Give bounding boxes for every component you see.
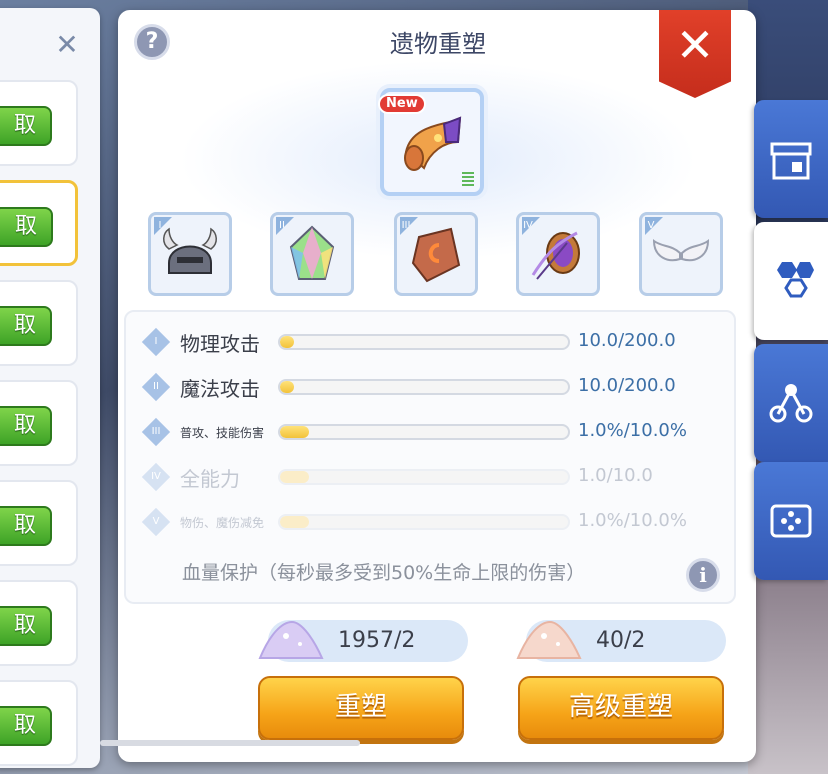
- stat-progress-bar: [278, 334, 570, 350]
- list-item: 取: [0, 80, 78, 166]
- numeral-badge: V: [141, 507, 171, 537]
- stat-name: 物伤、魔伤减免: [180, 516, 265, 530]
- advanced-reshape-button[interactable]: 高级重塑: [518, 676, 724, 740]
- tab-nodes[interactable]: [754, 344, 828, 462]
- dice-icon: [770, 504, 812, 538]
- stat-value: 10.0/200.0: [578, 375, 676, 396]
- stat-fill: [280, 426, 309, 438]
- stat-fill: [280, 336, 295, 348]
- claim-button[interactable]: 取: [0, 406, 52, 446]
- material-slot-1[interactable]: I: [148, 212, 232, 296]
- stat-fill: [280, 516, 309, 528]
- claim-button[interactable]: 取: [0, 106, 52, 146]
- currency-amount: 40/2: [596, 628, 646, 653]
- claim-button[interactable]: 取: [0, 606, 52, 646]
- numeral-badge: III: [141, 417, 171, 447]
- list-item: 取: [0, 180, 78, 266]
- stat-fill: [280, 471, 309, 483]
- claim-button[interactable]: 取: [0, 506, 52, 546]
- thread-spool-icon: [531, 231, 580, 280]
- horn-icon: [404, 116, 462, 171]
- stat-row: IV 全能力 1.0/10.0: [126, 459, 736, 495]
- new-badge: New: [378, 94, 426, 114]
- reshape-button[interactable]: 重塑: [258, 676, 464, 740]
- stat-row: I 物理攻击 10.0/200.0: [126, 324, 736, 360]
- currency-display: 40/2: [516, 620, 726, 662]
- close-icon: ✕: [675, 18, 715, 72]
- numeral-badge: I: [141, 327, 171, 357]
- stat-name: 全能力: [180, 467, 240, 491]
- helmet-icon: [163, 227, 217, 274]
- stat-value: 1.0%/10.0%: [578, 420, 687, 441]
- scrollbar[interactable]: [100, 740, 360, 746]
- stat-fill: [280, 381, 295, 393]
- list-item: 取: [0, 380, 78, 466]
- page-title: 遗物重塑: [390, 30, 486, 58]
- stat-row: II 魔法攻击 10.0/200.0: [126, 369, 736, 405]
- numeral-badge: IV: [141, 462, 171, 492]
- crystal-icon: [289, 225, 335, 280]
- material-slot-4[interactable]: IV: [516, 212, 600, 296]
- tab-dice[interactable]: [754, 462, 828, 580]
- list-item: 取: [0, 580, 78, 666]
- stat-name: 物理攻击: [180, 332, 260, 356]
- claim-button[interactable]: 取: [0, 207, 53, 247]
- hexagon-cluster-icon: [777, 262, 814, 298]
- material-slot-3[interactable]: III: [394, 212, 478, 296]
- stat-progress-bar: [278, 379, 570, 395]
- shop-icon: [770, 142, 812, 180]
- hp-protection-text: 血量保护（每秒最多受到50%生命上限的伤害）: [182, 562, 586, 584]
- selected-relic-slot[interactable]: New: [378, 88, 484, 196]
- stat-row: V 物伤、魔伤减免 1.0%/10.0%: [126, 504, 736, 540]
- angel-wings-icon: [652, 239, 710, 262]
- material-slot-2[interactable]: II: [270, 212, 354, 296]
- material-slot-5[interactable]: V: [639, 212, 723, 296]
- close-button[interactable]: ✕: [659, 10, 731, 98]
- task-list-panel: ✕ 取 取 取 取 取 取 取: [0, 8, 100, 768]
- currency-amount: 1957/2: [338, 628, 416, 653]
- stat-name: 普攻、技能伤害: [180, 426, 265, 440]
- stat-progress-bar: [278, 424, 570, 440]
- question-icon[interactable]: ?: [134, 24, 170, 60]
- stat-name: 魔法攻击: [180, 377, 260, 401]
- claim-button[interactable]: 取: [0, 306, 52, 346]
- close-x-icon[interactable]: ✕: [50, 28, 84, 62]
- stat-value: 10.0/200.0: [578, 330, 676, 351]
- stat-progress-bar: [278, 514, 570, 530]
- stat-row: III 普攻、技能伤害 1.0%/10.0%: [126, 414, 736, 450]
- stat-value: 1.0%/10.0%: [578, 510, 687, 531]
- info-icon[interactable]: i: [686, 558, 720, 592]
- claim-button[interactable]: 取: [0, 706, 52, 746]
- stat-progress-bar: [278, 469, 570, 485]
- stat-value: 1.0/10.0: [578, 465, 653, 486]
- list-item: 取: [0, 480, 78, 566]
- stack-indicator: [462, 172, 474, 186]
- tab-shop[interactable]: [754, 100, 828, 218]
- stats-panel: I 物理攻击 10.0/200.0 II 魔法攻击 10.0/200.0 III…: [124, 310, 736, 604]
- currency-display: 1957/2: [258, 620, 468, 662]
- tab-relics[interactable]: [754, 222, 828, 340]
- numeral-badge: II: [141, 372, 171, 402]
- list-item: 取: [0, 280, 78, 366]
- nodes-icon: [769, 384, 813, 423]
- relic-reshape-panel: ? 遗物重塑 ✕ New I II III IV V I 物理攻击 10.0/2…: [118, 10, 756, 762]
- list-item: 取: [0, 680, 78, 766]
- purple-dust-icon: [258, 620, 324, 659]
- rune-stone-icon: [411, 227, 461, 283]
- pink-dust-icon: [516, 620, 582, 659]
